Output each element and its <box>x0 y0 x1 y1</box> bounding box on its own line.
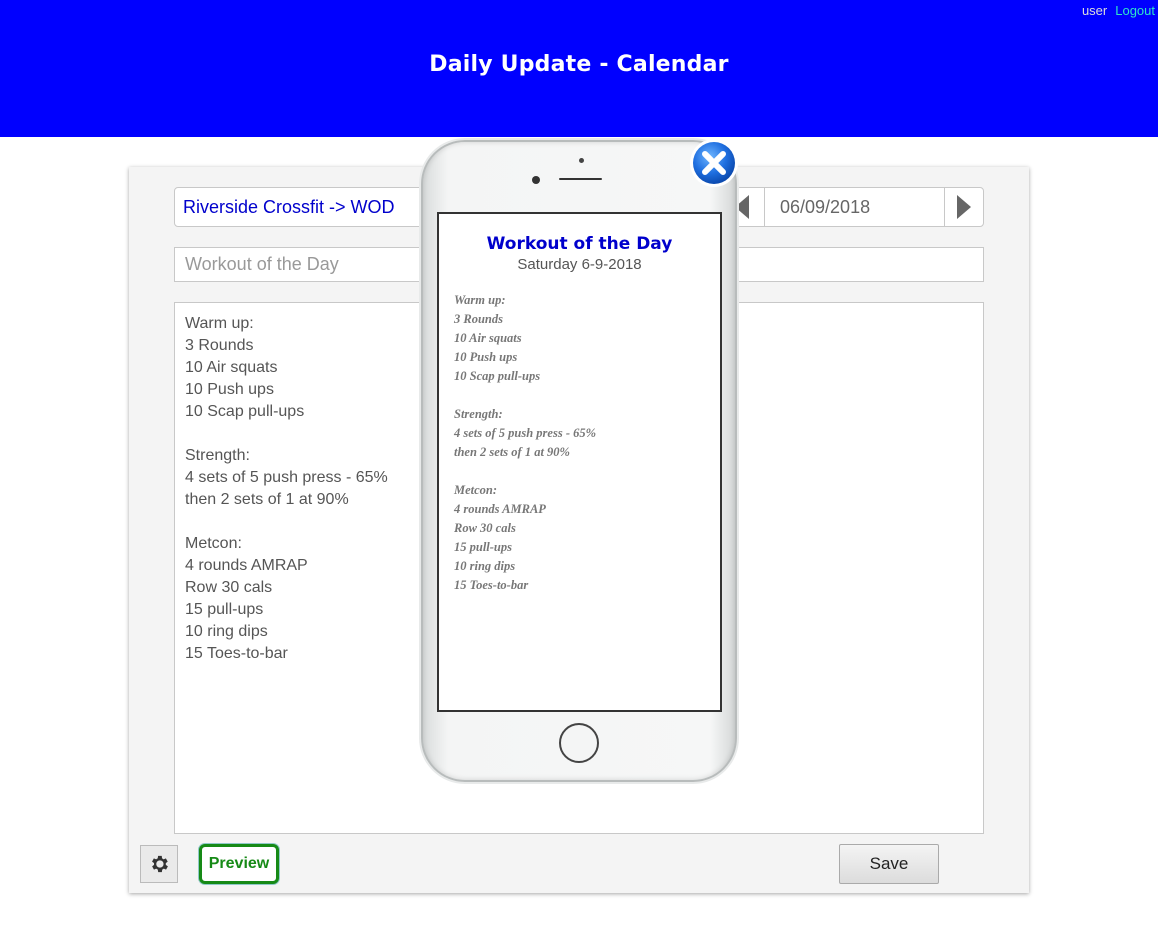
save-button[interactable]: Save <box>839 844 939 884</box>
user-bar: user Logout <box>1082 3 1155 18</box>
logout-link[interactable]: Logout <box>1115 3 1155 18</box>
phone-home-button <box>559 723 599 763</box>
triangle-right-icon <box>957 195 971 219</box>
preview-title: Workout of the Day <box>486 234 673 254</box>
date-picker: 06/09/2018 <box>719 187 984 227</box>
phone-screen: Workout of the Day Saturday 6-9-2018 War… <box>437 212 722 712</box>
date-value[interactable]: 06/09/2018 <box>780 188 870 226</box>
page-title: Daily Update - Calendar <box>429 52 729 77</box>
next-date-button[interactable] <box>944 188 983 226</box>
phone-camera <box>532 176 540 184</box>
preview-button[interactable]: Preview <box>199 844 279 884</box>
preview-date: Saturday 6-9-2018 <box>517 256 642 273</box>
phone-sensor <box>579 158 584 163</box>
preview-workout-text: Warm up: 3 Rounds 10 Air squats 10 Push … <box>454 293 597 592</box>
username-label: user <box>1081 3 1108 18</box>
settings-button[interactable] <box>140 845 178 883</box>
triangle-left-icon <box>735 195 749 219</box>
phone-preview-modal: Workout of the Day Saturday 6-9-2018 War… <box>421 140 737 782</box>
phone-speaker <box>559 178 602 180</box>
close-preview-button[interactable] <box>688 137 740 189</box>
header-bar: Daily Update - Calendar user Logout <box>0 0 1158 137</box>
close-icon <box>690 139 738 187</box>
gear-icon <box>152 855 168 873</box>
